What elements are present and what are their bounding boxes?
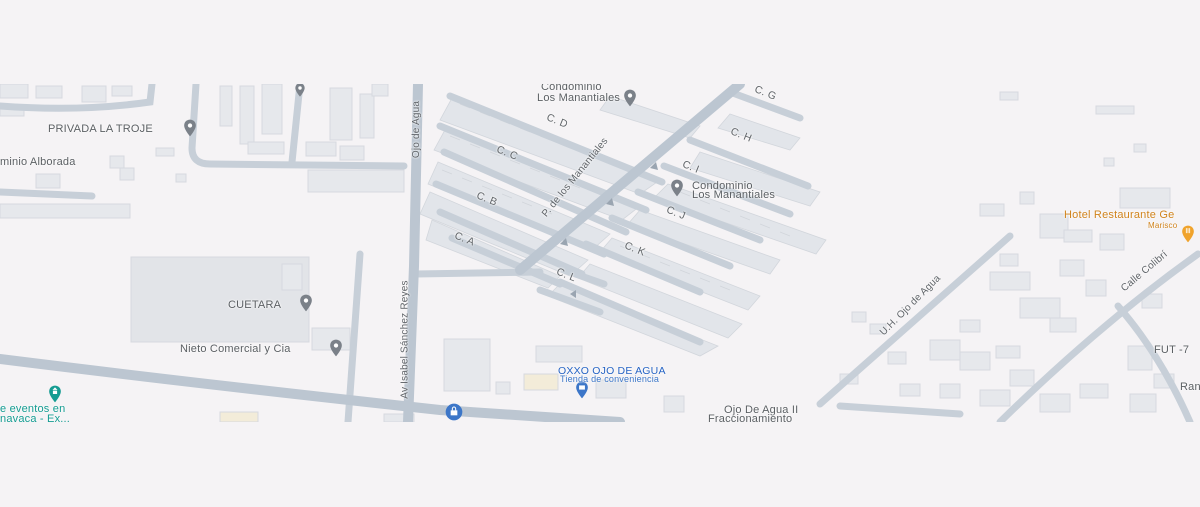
place-label-nieto[interactable]: Nieto Comercial y Cia xyxy=(180,344,291,355)
place-label-eventos-line2[interactable]: navaca - Ex... xyxy=(0,414,70,423)
street-label-isabel-sanchez-reyes: Av Isabel Sánchez Reyes xyxy=(399,280,411,399)
place-label-alborada[interactable]: minio Alborada xyxy=(0,157,76,168)
place-label-hotel-category: Marisco xyxy=(1148,221,1178,230)
place-label-cuetara[interactable]: CUETARA xyxy=(228,300,281,311)
place-label-ran[interactable]: Ran xyxy=(1180,382,1200,393)
place-label-oxxo-category: Tienda de conveniencia xyxy=(560,374,660,384)
place-label-ojo-de-agua-ii-line2[interactable]: Fraccionamiento xyxy=(708,414,792,423)
place-label-condominio-1-line2[interactable]: Los Manantiales xyxy=(537,93,620,104)
map-screenshot: { "colors": { "background": "#f5f3f5", "… xyxy=(0,0,1200,507)
map-canvas[interactable]: PRIVADA LA TROJE minio Alborada Condomin… xyxy=(0,84,1200,422)
place-label-privada-la-troje[interactable]: PRIVADA LA TROJE xyxy=(48,124,153,135)
street-label-ojo-de-agua: Ojo de Agua xyxy=(411,100,423,159)
place-label-fut-7[interactable]: FUT -7 xyxy=(1154,345,1189,356)
place-label-condominio-2-line2[interactable]: Los Manantiales xyxy=(692,190,775,201)
